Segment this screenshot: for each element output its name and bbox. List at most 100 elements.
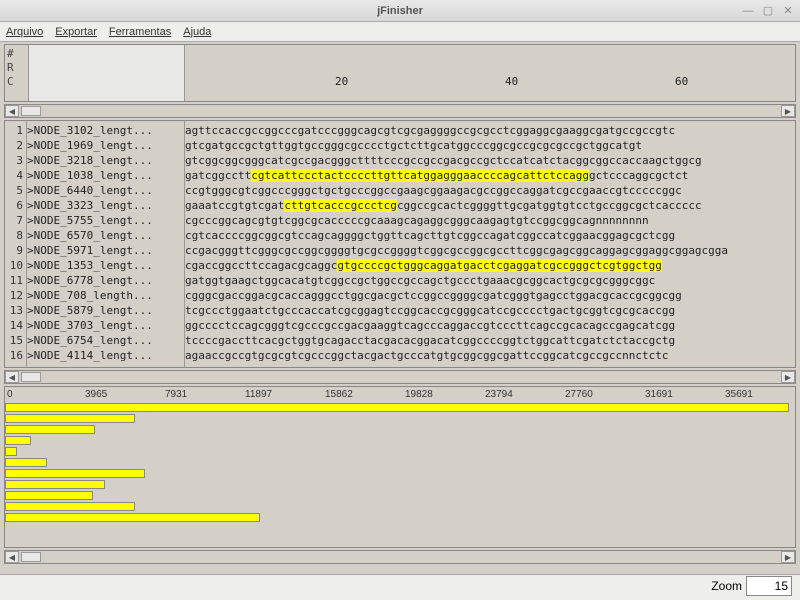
read-sequences-column[interactable]: agttccaccgccggcccgatcccgggcagcgtcgcgaggg…	[185, 121, 795, 367]
line-numbers: 12345678910111213141516	[5, 121, 27, 367]
coverage-bar	[5, 480, 105, 489]
read-sequence[interactable]: ccgacgggttcgggcgccggcggggtgcgccggggtcggc…	[185, 243, 795, 258]
coverage-tick: 27760	[565, 389, 593, 400]
read-name[interactable]: >NODE_3218_lengt...	[27, 153, 184, 168]
coverage-bars	[5, 403, 795, 543]
coverage-bar	[5, 425, 95, 434]
close-icon[interactable]: ✕	[780, 3, 796, 19]
window-title: jFinisher	[377, 5, 423, 17]
ref-scrollbar[interactable]: ◀ ▶	[4, 104, 796, 118]
read-name[interactable]: >NODE_3323_lengt...	[27, 198, 184, 213]
coverage-tick: 31691	[645, 389, 673, 400]
line-number: 7	[5, 213, 23, 228]
maximize-icon[interactable]: ▢	[760, 3, 776, 19]
read-sequence[interactable]: cgcccggcagcgtgtcggcgcacccccgcaaagcagaggc…	[185, 213, 795, 228]
read-name[interactable]: >NODE_5879_lengt...	[27, 303, 184, 318]
reads-scrollbar[interactable]: ◀ ▶	[4, 370, 796, 384]
coverage-bar	[5, 469, 145, 478]
read-name[interactable]: >NODE_5971_lengt...	[27, 243, 184, 258]
menu-help[interactable]: Ajuda	[183, 26, 211, 38]
read-sequence[interactable]: cgaccggccttccagacgcaggcgtgccccgctgggcagg…	[185, 258, 795, 273]
scroll-thumb[interactable]	[21, 552, 41, 562]
read-name[interactable]: >NODE_5755_lengt...	[27, 213, 184, 228]
menu-tools[interactable]: Ferramentas	[109, 26, 171, 38]
coverage-bar	[5, 513, 260, 522]
read-name[interactable]: >NODE_3102_lengt...	[27, 123, 184, 138]
line-number: 13	[5, 303, 23, 318]
coverage-tick: 7931	[165, 389, 187, 400]
read-name[interactable]: >NODE_1038_lengt...	[27, 168, 184, 183]
coverage-tick: 23794	[485, 389, 513, 400]
scroll-right-icon[interactable]: ▶	[781, 105, 795, 117]
scroll-left-icon[interactable]: ◀	[5, 371, 19, 383]
read-sequence[interactable]: gtcgatgccgctgttggtgccgggcgcccctgctcttgca…	[185, 138, 795, 153]
line-number: 6	[5, 198, 23, 213]
scroll-right-icon[interactable]: ▶	[781, 371, 795, 383]
ref-row-labels: # R C	[5, 45, 29, 101]
read-sequence[interactable]: cgggcgaccggacgcaccagggcctggcgacgctccggcc…	[185, 288, 795, 303]
read-sequence[interactable]: ccgtgggcgtcggcccgggctgctgcccggccgaagcgga…	[185, 183, 795, 198]
titlebar: jFinisher — ▢ ✕	[0, 0, 800, 22]
coverage-tick: 0	[7, 389, 13, 400]
read-sequence[interactable]: tccccgaccttcacgctggtgcagacctacgacacggaca…	[185, 333, 795, 348]
read-sequence[interactable]: ggcccctccagcgggtcgcccgccgacgaaggtcagccca…	[185, 318, 795, 333]
line-number: 1	[5, 123, 23, 138]
line-number: 10	[5, 258, 23, 273]
coverage-bar	[5, 447, 17, 456]
menu-export[interactable]: Exportar	[55, 26, 97, 38]
scroll-left-icon[interactable]: ◀	[5, 105, 19, 117]
highlighted-region[interactable]: cgtcattccctactccccttgttcatggagggaaccccag…	[251, 169, 589, 182]
read-sequence[interactable]: cgtcaccccggcggcgtccagcaggggctggttcagcttg…	[185, 228, 795, 243]
line-number: 8	[5, 228, 23, 243]
coverage-scrollbar[interactable]: ◀ ▶	[4, 550, 796, 564]
read-sequence[interactable]: gatggtgaagctggcacatgtcggccgctggccgccagct…	[185, 273, 795, 288]
read-sequence[interactable]: agttccaccgccggcccgatcccgggcagcgtcgcgaggg…	[185, 123, 795, 138]
read-name[interactable]: >NODE_3703_lengt...	[27, 318, 184, 333]
read-name[interactable]: >NODE_708_length...	[27, 288, 184, 303]
line-number: 9	[5, 243, 23, 258]
read-name[interactable]: >NODE_6754_lengt...	[27, 333, 184, 348]
coverage-bar	[5, 458, 47, 467]
scroll-thumb[interactable]	[21, 372, 41, 382]
read-sequence[interactable]: gatcggccttcgtcattccctactccccttgttcatggag…	[185, 168, 795, 183]
line-number: 12	[5, 288, 23, 303]
highlighted-region[interactable]: gtgccccgctgggcaggatgacctcgaggatcgccgggct…	[337, 259, 662, 272]
ref-name-pad	[29, 45, 185, 101]
line-number: 16	[5, 348, 23, 363]
read-sequence[interactable]: agaaccgccgtgcgcgtcgcccggctacgactgcccatgt…	[185, 348, 795, 363]
read-sequence[interactable]: gtcggcggcgggcatcgccgacgggcttttcccgccgccg…	[185, 153, 795, 168]
read-name[interactable]: >NODE_1353_lengt...	[27, 258, 184, 273]
coverage-bar	[5, 502, 135, 511]
read-sequence[interactable]: tcgccctggaatctgcccaccatcgcggagtccggcaccg…	[185, 303, 795, 318]
coverage-tick: 15862	[325, 389, 353, 400]
reads-panel: 12345678910111213141516 >NODE_3102_lengt…	[4, 120, 796, 368]
ruler-tick: 60	[675, 75, 688, 89]
coverage-ruler: 0396579311189715862198282379427760316913…	[5, 387, 795, 403]
line-number: 3	[5, 153, 23, 168]
coverage-panel: 0396579311189715862198282379427760316913…	[4, 386, 796, 548]
coverage-bar	[5, 436, 31, 445]
scroll-thumb[interactable]	[21, 106, 41, 116]
read-name[interactable]: >NODE_6778_lengt...	[27, 273, 184, 288]
read-name[interactable]: >NODE_6440_lengt...	[27, 183, 184, 198]
ref-label-c: C	[7, 75, 26, 89]
read-name[interactable]: >NODE_4114_lengt...	[27, 348, 184, 363]
read-sequence[interactable]: gaaatccgtgtcgatcttgtcacccgccctcgcggccgca…	[185, 198, 795, 213]
ruler: 20 40 60	[185, 75, 795, 89]
scroll-left-icon[interactable]: ◀	[5, 551, 19, 563]
zoom-input[interactable]	[746, 576, 792, 596]
coverage-tick: 11897	[245, 389, 272, 400]
coverage-tick: 3965	[85, 389, 107, 400]
read-name[interactable]: >NODE_1969_lengt...	[27, 138, 184, 153]
menu-file[interactable]: Arquivo	[6, 26, 43, 38]
scroll-right-icon[interactable]: ▶	[781, 551, 795, 563]
line-number: 15	[5, 333, 23, 348]
minimize-icon[interactable]: —	[740, 3, 756, 19]
coverage-bar	[5, 491, 93, 500]
read-name[interactable]: >NODE_6570_lengt...	[27, 228, 184, 243]
ruler-tick: 20	[335, 75, 348, 89]
line-number: 4	[5, 168, 23, 183]
line-number: 5	[5, 183, 23, 198]
highlighted-region[interactable]: cttgtcacccgccctcg	[284, 199, 397, 212]
ruler-tick: 40	[505, 75, 518, 89]
